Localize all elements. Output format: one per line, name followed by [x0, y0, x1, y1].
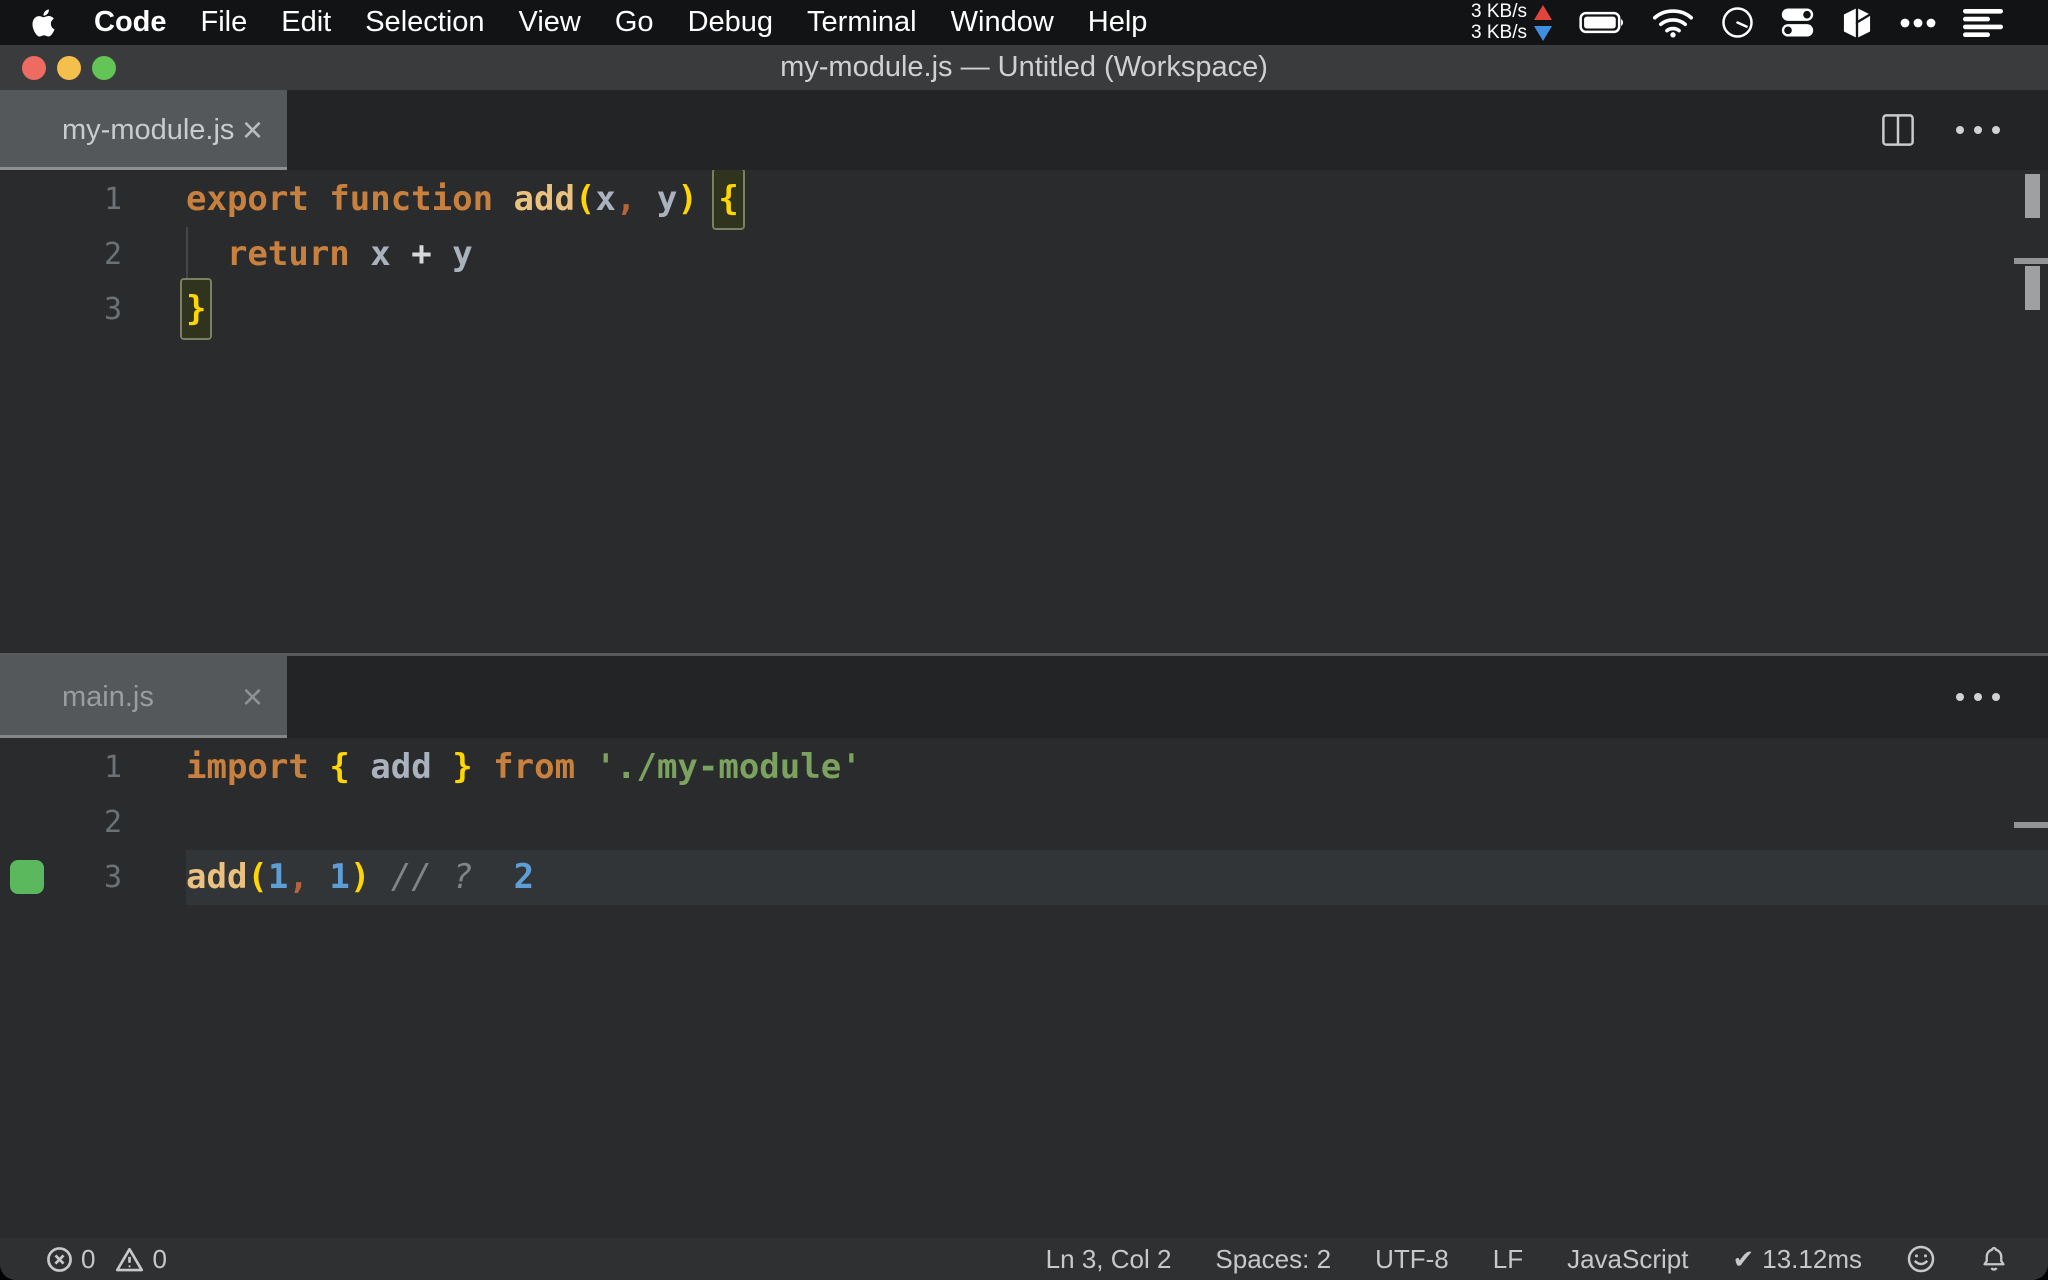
warnings-icon[interactable]: [115, 1246, 144, 1273]
ellipsis-icon[interactable]: [1900, 18, 1936, 28]
tab-main-js[interactable]: main.js ×: [0, 656, 287, 738]
error-count[interactable]: 0: [81, 1244, 95, 1275]
window-close-button[interactable]: [22, 55, 46, 80]
code-text: export function add(x, y) {: [186, 170, 743, 228]
tab-close-icon[interactable]: ×: [242, 112, 263, 148]
menu-bar: Code File Edit Selection View Go Debug Terminal…: [0, 0, 2048, 45]
menu-item-debug[interactable]: Debug: [688, 6, 773, 39]
menu-item-file[interactable]: File: [201, 6, 248, 39]
code-line[interactable]: 2 return x + y: [0, 227, 2048, 282]
window-title: my-module.js — Untitled (Workspace): [780, 51, 1268, 83]
clock-icon[interactable]: [1721, 6, 1754, 39]
network-speed-indicator[interactable]: 3 KB/s 3 KB/s: [1471, 2, 1552, 43]
menu-item-help[interactable]: Help: [1088, 6, 1148, 39]
menu-item-terminal[interactable]: Terminal: [807, 6, 917, 39]
upload-arrow-icon: [1534, 4, 1552, 20]
status-cursor-position[interactable]: Ln 3, Col 2: [1046, 1244, 1172, 1275]
status-encoding[interactable]: UTF-8: [1375, 1244, 1449, 1275]
status-eol[interactable]: LF: [1493, 1244, 1523, 1275]
list-icon[interactable]: [1963, 8, 2004, 38]
battery-icon[interactable]: [1579, 10, 1625, 35]
vscode-window: my-module.js — Untitled (Workspace) my-m…: [0, 45, 2048, 1280]
code-text: return x + y: [226, 234, 473, 274]
editor-pane-top: my-module.js × 1 export function add(x, …: [0, 90, 2048, 653]
line-number: 1: [103, 182, 122, 217]
tab-my-module-js[interactable]: my-module.js ×: [0, 90, 287, 170]
menu-item-go[interactable]: Go: [615, 6, 654, 39]
feedback-smiley-icon[interactable]: [1906, 1244, 1936, 1274]
tab-label: main.js: [62, 680, 154, 713]
split-editor-icon[interactable]: [1880, 112, 1916, 148]
screen: Code File Edit Selection View Go Debug Terminal…: [0, 0, 2048, 1280]
menu-item-edit[interactable]: Edit: [281, 6, 331, 39]
code-line[interactable]: 1 export function add(x, y) {: [0, 170, 2048, 228]
tabbar-top: my-module.js ×: [0, 90, 2048, 170]
quokka-time-value: 13.12ms: [1762, 1243, 1862, 1274]
code-text: import { add } from './my-module': [186, 747, 862, 787]
code-line[interactable]: 3 add(1, 1) // ? 2: [0, 850, 2048, 905]
editor-pane-bottom: main.js × 1 import { add } from './my-mod…: [0, 656, 2048, 1238]
window-zoom-button[interactable]: [92, 55, 116, 80]
menu-item-window[interactable]: Window: [951, 6, 1054, 39]
code-editor-bottom[interactable]: 1 import { add } from './my-module' 2 3 add(…: [0, 738, 2048, 1238]
tabbar-bottom: main.js ×: [0, 656, 2048, 738]
wifi-icon[interactable]: [1652, 7, 1694, 38]
line-number: 3: [103, 860, 122, 895]
line-number: 3: [103, 292, 122, 327]
status-indentation[interactable]: Spaces: 2: [1215, 1244, 1331, 1275]
menu-bar-status: 3 KB/s 3 KB/s: [1471, 2, 2048, 43]
menu-items: Code File Edit Selection View Go Debug Terminal…: [94, 6, 1147, 39]
menu-item-view[interactable]: View: [519, 6, 581, 39]
more-actions-icon[interactable]: [1956, 126, 2000, 134]
errors-icon[interactable]: [46, 1246, 73, 1273]
apple-icon[interactable]: [30, 7, 60, 39]
menu-item-code[interactable]: Code: [94, 6, 167, 39]
box-icon[interactable]: [1841, 6, 1873, 40]
line-number: 2: [103, 237, 122, 272]
download-speed: 3 KB/s: [1471, 22, 1527, 43]
code-editor-top[interactable]: 1 export function add(x, y) {2 return x +…: [0, 170, 2048, 653]
more-actions-icon[interactable]: [1956, 693, 2000, 701]
check-icon: ✔: [1732, 1243, 1755, 1274]
download-arrow-icon: [1534, 25, 1552, 41]
code-text: add(1, 1) // ? 2: [186, 857, 535, 897]
line-number: 1: [103, 750, 122, 785]
status-quokka-time[interactable]: ✔ 13.12ms: [1732, 1244, 1862, 1275]
code-line[interactable]: 2: [0, 795, 2048, 850]
window-titlebar: my-module.js — Untitled (Workspace): [0, 45, 2048, 90]
tab-close-icon[interactable]: ×: [242, 679, 263, 715]
menu-item-selection[interactable]: Selection: [365, 6, 484, 39]
status-bar: 0 0 Ln 3, Col 2 Spaces: 2 UTF-8 LF JavaS…: [0, 1238, 2048, 1280]
warning-count[interactable]: 0: [152, 1244, 166, 1275]
upload-speed: 3 KB/s: [1471, 1, 1527, 22]
line-number: 2: [103, 805, 122, 840]
tab-label: my-module.js: [62, 113, 235, 146]
code-text: }: [182, 280, 211, 338]
control-center-icon[interactable]: [1781, 7, 1814, 38]
notifications-bell-icon[interactable]: [1980, 1244, 2008, 1274]
code-line[interactable]: 3}: [0, 280, 2048, 338]
code-line[interactable]: 1 import { add } from './my-module': [0, 740, 2048, 795]
status-language[interactable]: JavaScript: [1567, 1244, 1688, 1275]
window-minimize-button[interactable]: [57, 55, 81, 80]
